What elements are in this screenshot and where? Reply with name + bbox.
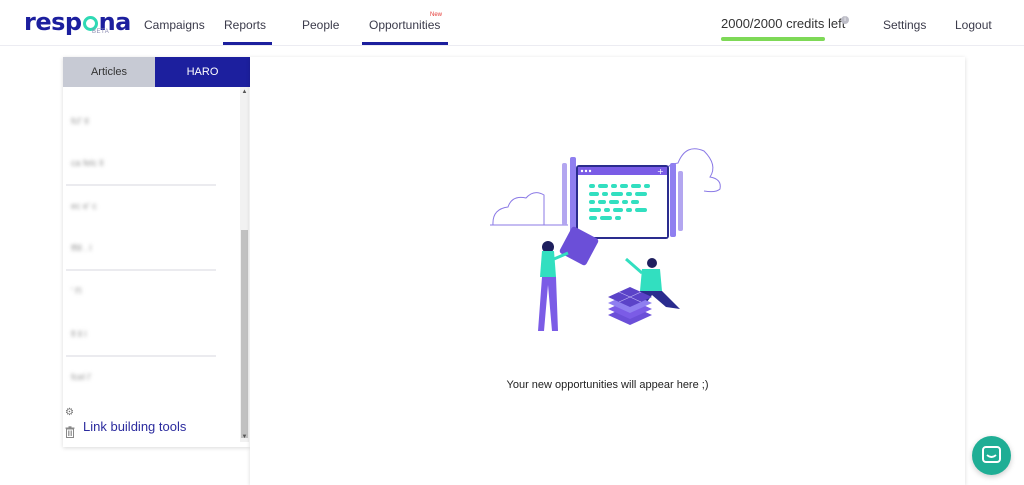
credits-counter: 2000/2000 credits left bbox=[721, 16, 846, 31]
nav-logout[interactable]: Logout bbox=[955, 18, 992, 32]
nav-active-underline bbox=[223, 42, 273, 45]
chat-launcher-button[interactable] bbox=[972, 436, 1011, 475]
nav-label: Reports bbox=[224, 18, 267, 32]
svg-text:+: + bbox=[657, 167, 664, 176]
trash-icon[interactable] bbox=[65, 425, 75, 438]
credits-progress-bar bbox=[721, 37, 825, 41]
scroll-thumb[interactable] bbox=[241, 230, 248, 438]
nav-reports[interactable]: Reports bbox=[223, 18, 273, 45]
list-item[interactable]: ' f'l bbox=[63, 272, 240, 312]
list-scrollbar[interactable]: ▲ ▼ bbox=[240, 87, 249, 442]
list-item-label: fl ll l bbox=[71, 329, 87, 339]
empty-state-message: Your new opportunities will appear here … bbox=[506, 379, 709, 391]
list-item-label: ' f'l bbox=[71, 286, 82, 296]
list-item[interactable]: fl ll l bbox=[63, 315, 240, 355]
opportunities-main-panel: + Your new opportunities will appear her… bbox=[250, 57, 965, 485]
list-item[interactable]: fcel l' bbox=[63, 358, 240, 398]
list-item-label: fcl' tl bbox=[71, 116, 89, 126]
list-item-label: fflll . l bbox=[71, 243, 92, 253]
beta-badge: BETA bbox=[92, 29, 110, 35]
list-divider bbox=[66, 355, 216, 357]
nav-label: Opportunities bbox=[369, 18, 441, 32]
tab-haro[interactable]: HARO bbox=[155, 57, 250, 87]
scroll-up-arrow-icon[interactable]: ▲ bbox=[240, 88, 249, 96]
opportunity-list: fcl' tl ca felc ll ec e' c fflll . l ' f… bbox=[63, 87, 240, 402]
tab-articles[interactable]: Articles bbox=[63, 57, 155, 87]
nav-label: Logout bbox=[955, 18, 992, 32]
nav-label: People bbox=[302, 18, 340, 32]
chat-icon bbox=[982, 446, 1001, 463]
list-item[interactable]: ca felc ll bbox=[63, 144, 240, 184]
logo-text-prefix: resp bbox=[24, 8, 82, 36]
top-nav: resp na BETA Campaigns Reports People Opp… bbox=[0, 0, 1024, 46]
info-icon[interactable]: i bbox=[841, 16, 849, 24]
list-item[interactable]: fflll . l bbox=[63, 229, 240, 269]
empty-state-illustration: + bbox=[490, 135, 725, 350]
logo[interactable]: resp na bbox=[24, 8, 131, 36]
opportunities-sidebar: Articles HARO fcl' tl ca felc ll ec e' c… bbox=[63, 57, 250, 447]
list-divider bbox=[66, 184, 216, 186]
list-item[interactable]: ec e' c bbox=[63, 187, 240, 227]
nav-label: Settings bbox=[883, 18, 927, 32]
nav-settings[interactable]: Settings bbox=[883, 18, 926, 32]
new-badge: New bbox=[430, 12, 443, 18]
nav-label: Campaigns bbox=[144, 18, 205, 32]
list-item-label: fcel l' bbox=[71, 372, 92, 382]
list-item-label: ec e' c bbox=[71, 201, 97, 211]
nav-active-underline bbox=[362, 42, 449, 45]
link-building-tools-link[interactable]: Link building tools bbox=[83, 419, 186, 434]
list-item[interactable]: fcl' tl bbox=[63, 102, 240, 142]
gear-icon[interactable]: ⚙ bbox=[65, 408, 75, 418]
credits-progress-fill bbox=[721, 37, 825, 41]
list-item-label: ca felc ll bbox=[71, 158, 104, 168]
nav-opportunities[interactable]: Opportunities bbox=[362, 18, 449, 45]
scroll-down-arrow-icon[interactable]: ▼ bbox=[240, 433, 249, 441]
nav-campaigns[interactable]: Campaigns bbox=[144, 18, 205, 32]
list-divider bbox=[66, 269, 216, 271]
nav-people[interactable]: People bbox=[302, 18, 339, 32]
